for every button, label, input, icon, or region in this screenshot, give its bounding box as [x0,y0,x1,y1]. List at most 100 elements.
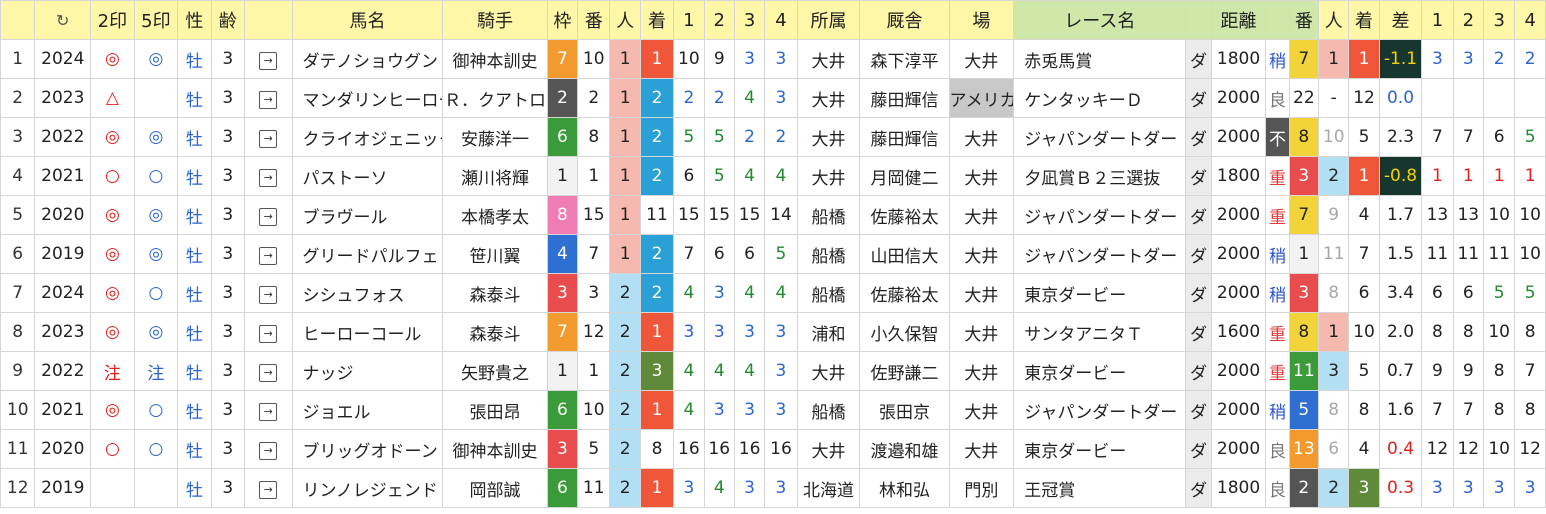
corner-pos-4: 3 [764,78,798,118]
mark5-cell [133,78,179,118]
ba-cell: アメリカ [948,78,1015,118]
chaku-cell: 11 [639,195,675,235]
arrow-into-box-icon[interactable]: → [259,246,278,265]
corner-pos-3: 16 [733,429,766,469]
open-horse-link[interactable]: → [243,273,293,313]
corner-pos-2: 3 [703,312,735,352]
table-row[interactable]: 9 2022 注注牡 3 → ナッジ 矢野貴之 1 1 2 3 4 4 4 3 大井 佐野謙二 大井 東京ダービーダ… [0,351,1546,391]
open-horse-link[interactable]: → [243,390,293,430]
open-horse-link[interactable]: → [243,312,293,352]
open-horse-link[interactable]: → [243,234,293,274]
horse-name[interactable]: グリードパルフェ [291,234,444,274]
arrow-into-box-icon[interactable]: → [259,168,278,187]
table-row[interactable]: 10 2021 ◎ ○ 牡 3 → ジョエル 張田昂 6 10 2 1 4 3 3 3 船橋 張田京 大井 ジャパンダー… [0,390,1546,430]
table-row[interactable]: 11 2020 ○ ○ 牡 3 → ブリッグオドーン 御神本訓史 3 5 2 8 16 16 16 16 大井 渡邉… [0,429,1546,469]
sex-cell: 牡 [177,273,212,313]
sex-cell: 牡 [177,234,212,274]
sex-cell: 牡 [177,195,212,235]
chaku2-cell: 4 [1348,429,1380,469]
mark2-cell: ◎ [90,117,135,157]
table-row[interactable]: 4 2021 ○ ○ 牡 3 → パストーソ 瀬川将輝 1 1 1 2 6 5 4 4 大井 月岡健二 大井 夕凪賞Ｂ２… [0,156,1546,196]
jockey-header: 騎手 [442,0,548,40]
year-cell: 2020 [34,429,92,469]
row-number: 12 [0,468,36,508]
race-name: 夕凪賞Ｂ２三選抜 [1013,156,1187,196]
table-row[interactable]: 2 2023 △ 牡 3 → マンダリンヒーロー Ｒ．クアトロ 2 2 1 2 2 2 4 3 大井 藤田輝信 アメ… [0,78,1546,118]
table-row[interactable]: 8 2023 ◎ ◎ 牡 3 → ヒーローコール 森泰斗 7 12 2 1 3 3 3 3 浦和 小久保智 大井 サンタ… [0,312,1546,352]
table-row[interactable]: 7 2024 ◎ ○ 牡 3 → シシュフォス 森泰斗 3 3 2 2 4 3 4 4 船橋 佐藤裕太 大井 東京ダービ… [0,273,1546,313]
race-name: 東京ダービー [1013,273,1187,313]
kyusha-cell: 小久保智 [859,312,950,352]
horse-name[interactable]: ヒーローコール [291,312,444,352]
surf-header [1185,0,1212,40]
jockey-name: 御神本訓史 [442,429,548,469]
arrow-into-box-icon[interactable]: → [259,51,278,70]
mark2-cell: ◎ [90,195,135,235]
arrow-into-box-icon[interactable]: → [259,441,278,460]
horse-name[interactable]: リンノレジェンド [291,468,444,508]
open-horse-link[interactable]: → [243,39,293,79]
horse-name[interactable]: ダテノショウグン [291,39,444,79]
header-label: 馬名 [349,11,386,32]
ninki-cell: 1 [609,39,641,79]
header-label: 厩舎 [886,11,923,32]
open-horse-link[interactable]: → [243,351,293,391]
corner-pos-2: 2 [703,78,735,118]
link-header [243,0,293,40]
ninki-cell: 2 [609,468,641,508]
prev-corner-pos-3: 11 [1482,234,1516,274]
mark5-cell: ◎ [133,117,179,157]
horse-name[interactable]: マンダリンヒーロー [291,78,444,118]
horse-name[interactable]: ナッジ [291,351,444,391]
table-row[interactable]: 3 2022 ◎ ◎ 牡 3 → クライオジェニック 安藤洋一 6 8 1 2 5 5 2 2 大井 藤田輝信 大井ジ… [0,117,1546,157]
arrow-into-box-icon[interactable]: → [259,480,278,499]
ba-cell: 大井 [948,117,1015,157]
distance-cell: 2000 [1210,429,1267,469]
corner-pos-3: 3 [733,390,766,430]
corner-pos-3: 4 [733,156,766,196]
table-row[interactable]: 1 2024 ◎ ◎ 牡 3 → ダテノショウグン 御神本訓史 7 10 1 1 10 9 3 3 大井 森下淳平大… [0,39,1546,79]
condition-cell: 重 [1265,351,1290,391]
arrow-into-box-icon[interactable]: → [259,402,278,421]
arrow-into-box-icon[interactable]: → [259,207,278,226]
prev-corner-pos-2 [1452,78,1484,118]
refresh-icon: ↻ [56,10,70,30]
open-horse-link[interactable]: → [243,78,293,118]
horse-name[interactable]: クライオジェニック [291,117,444,157]
horse-name[interactable]: ジョエル [291,390,444,430]
corner-pos-2: 9 [703,39,735,79]
age-cell: 3 [210,390,245,430]
table-row[interactable]: 5 2020 ◎ ◎ 牡 3 → ブラヴール 本橋孝太 8 15 1 11 15 15 15 14 船橋 佐藤裕太大… [0,195,1546,235]
margin-cell: 1.6 [1378,390,1423,430]
header-row: ↻ 2印 5印性齢馬名 騎手枠番人着 1 2 3 4 所属 厩舎場レース名 距離番人着差 1 2 3 4 [0,0,1546,40]
horse-name[interactable]: ブラヴール [291,195,444,235]
corner-pos-3: 3 [733,468,766,508]
arrow-into-box-icon[interactable]: → [259,129,278,148]
mark5-cell: ○ [133,156,179,196]
horse-name[interactable]: ブリッグオドーン [291,429,444,469]
open-horse-link[interactable]: → [243,429,293,469]
open-horse-link[interactable]: → [243,468,293,508]
horse-name[interactable]: パストーソ [291,156,444,196]
corner-pos-4: 16 [764,429,798,469]
open-horse-link[interactable]: → [243,195,293,235]
sex-cell: 牡 [177,468,212,508]
ban-cell: 1 [577,351,611,391]
ban2-cell: 8 [1288,312,1320,352]
table-row[interactable]: 12 2019 牡 3 → リンノレジェンド 岡部誠 6 11 2 1 3 4 3 3 北海道 林和弘 門別 王冠賞… [0,468,1546,508]
table-row[interactable]: 6 2019 ◎ ◎ 牡 3 → グリードパルフェ 笹川翼 4 7 1 2 7 6 6 5 船橋 山田信大 大井 ジャパ… [0,234,1546,274]
arrow-into-box-icon[interactable]: → [259,90,278,109]
ba-cell: 大井 [948,312,1015,352]
chaku-cell: 1 [639,39,675,79]
open-horse-link[interactable]: → [243,156,293,196]
prev-corner-pos-2: 9 [1452,351,1484,391]
header-label: 齢 [218,11,237,32]
surface-cell: ダ [1185,351,1212,391]
arrow-into-box-icon[interactable]: → [259,324,278,343]
horse-name[interactable]: シシュフォス [291,273,444,313]
ban-cell: 10 [577,39,611,79]
arrow-into-box-icon[interactable]: → [259,363,278,382]
refresh-header[interactable]: ↻ [34,0,92,40]
arrow-into-box-icon[interactable]: → [259,285,278,304]
open-horse-link[interactable]: → [243,117,293,157]
